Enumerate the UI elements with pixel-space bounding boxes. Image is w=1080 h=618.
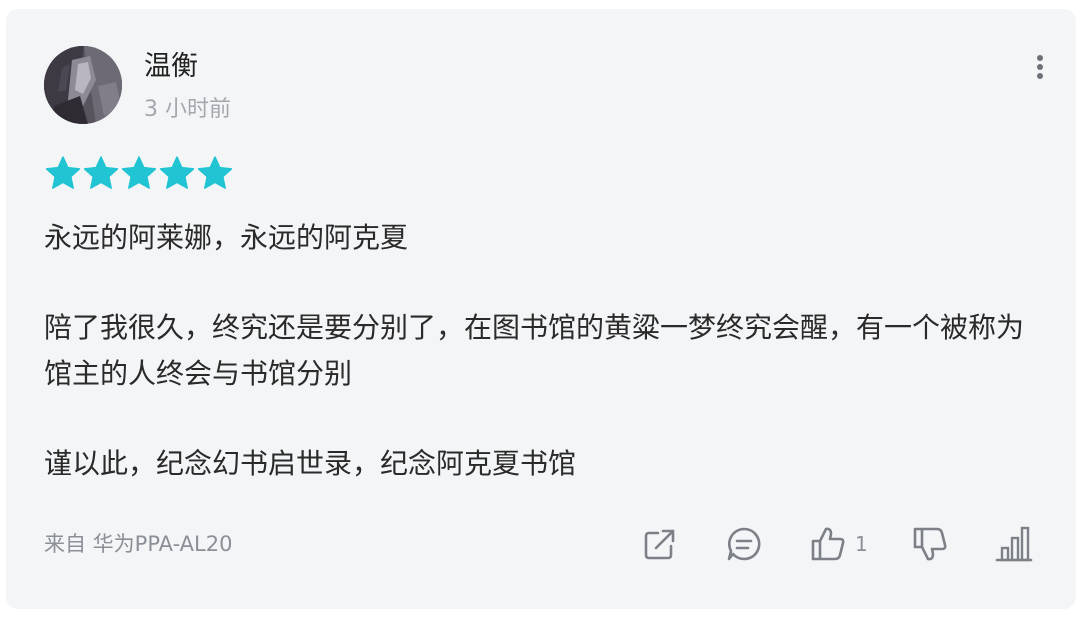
user-avatar-icon [44, 46, 122, 124]
star-icon [197, 156, 233, 189]
star-icon [121, 156, 157, 189]
dislike-button[interactable] [911, 524, 949, 564]
review-paragraph: 谨以此，纪念幻书启世录，纪念阿克夏书馆 [44, 447, 577, 480]
comment-card: 温衡 3 小时前 永远的阿莱娜，永远的阿克夏 陪了我很久，终究还是要分别了，在图… [6, 9, 1076, 609]
star-rating [44, 154, 234, 192]
comment-time: 3 小时前 [144, 97, 231, 122]
author-name[interactable]: 温衡 [144, 47, 198, 87]
like-button[interactable]: 1 [809, 524, 868, 564]
bar-chart-icon [995, 526, 1033, 562]
star-icon [45, 156, 81, 189]
share-icon [644, 529, 675, 560]
star-icon [159, 156, 195, 189]
device-source: 来自 华为PPA-AL20 [44, 532, 233, 556]
like-count: 1 [855, 532, 868, 556]
thumbs-up-icon [811, 527, 845, 561]
share-button[interactable] [640, 524, 680, 564]
comment-icon [727, 527, 761, 561]
review-paragraph: 陪了我很久，终究还是要分别了，在图书馆的黄粱一梦终究会醒，有一个被称为馆主的人终… [44, 311, 1025, 390]
review-text: 永远的阿莱娜，永远的阿克夏 陪了我很久，终究还是要分别了，在图书馆的黄粱一梦终究… [44, 215, 1044, 487]
avatar[interactable] [44, 46, 122, 124]
more-vertical-icon[interactable] [1024, 51, 1056, 83]
reply-button[interactable] [724, 524, 764, 564]
star-icon [83, 156, 119, 189]
stats-button[interactable] [994, 524, 1034, 564]
thumbs-down-icon [913, 527, 947, 561]
review-paragraph: 永远的阿莱娜，永远的阿克夏 [44, 221, 409, 254]
